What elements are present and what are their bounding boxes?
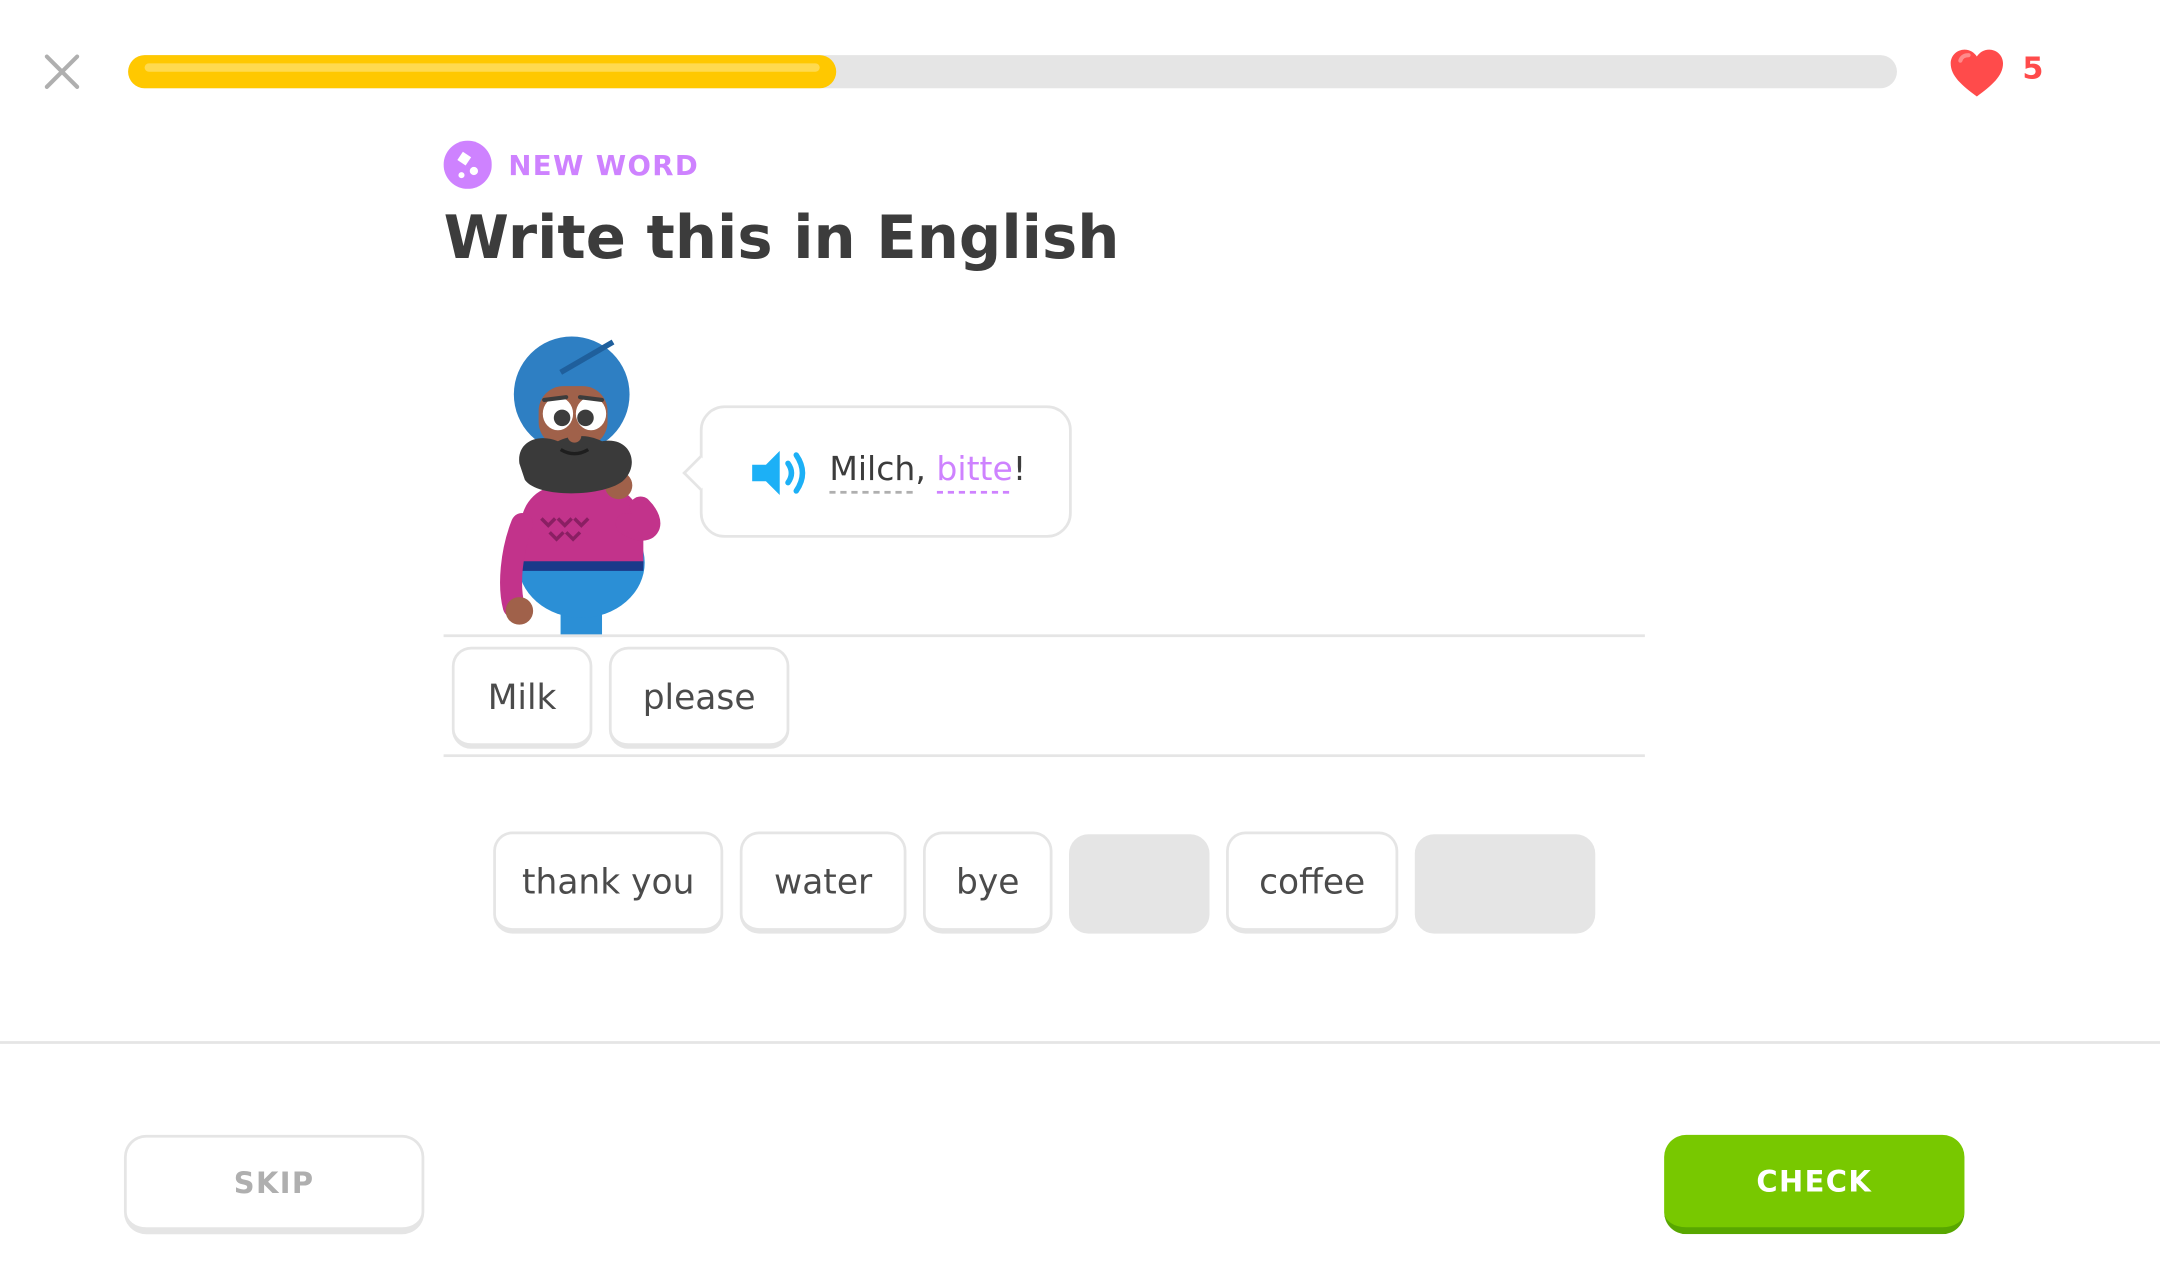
close-button[interactable] xyxy=(41,51,82,92)
word-bank-empty-slot xyxy=(1414,834,1596,934)
prompt-new-word[interactable]: bitte xyxy=(936,449,1013,494)
new-word-badge: NEW WORD xyxy=(443,140,700,189)
check-button[interactable]: CHECK xyxy=(1664,1134,1965,1235)
lesson-progress-bar xyxy=(128,55,1897,89)
prompt-punctuation: ! xyxy=(1012,449,1027,489)
close-icon xyxy=(44,54,80,89)
answer-chip[interactable]: please xyxy=(608,646,790,749)
speech-bubble-tail xyxy=(682,455,718,491)
speech-bubble: Milch, bitte! xyxy=(682,405,1072,538)
word-bank-empty-slot xyxy=(1069,834,1210,934)
new-word-label: NEW WORD xyxy=(508,148,700,182)
word-bank-chip[interactable]: bye xyxy=(922,831,1053,934)
character-illustration xyxy=(489,331,682,638)
word-bank-chip[interactable]: water xyxy=(739,831,907,934)
lesson-screen: 5 NEW WORD Write this in English Milch, … xyxy=(0,0,2160,1288)
prompt-punctuation: , xyxy=(915,449,926,489)
skip-button[interactable]: SKIP xyxy=(123,1134,425,1235)
prompt-sentence: Milch, bitte! xyxy=(829,449,1027,494)
word-bank-chip[interactable]: thank you xyxy=(493,831,724,934)
hearts-count: 5 xyxy=(2022,52,2044,87)
footer-divider xyxy=(0,1041,2160,1044)
answer-line-top xyxy=(443,634,1645,638)
answer-chip[interactable]: Milk xyxy=(451,646,593,749)
challenge-title: Write this in English xyxy=(443,204,1120,274)
word-bank-chip[interactable]: coffee xyxy=(1226,831,1399,934)
speaker-button[interactable] xyxy=(749,447,812,499)
new-word-icon xyxy=(443,140,492,189)
answer-line-bottom xyxy=(443,754,1645,758)
heart-icon xyxy=(1948,47,2006,99)
progress-highlight xyxy=(144,63,820,72)
speaker-icon xyxy=(752,450,806,496)
prompt-word[interactable]: Milch xyxy=(829,449,916,494)
